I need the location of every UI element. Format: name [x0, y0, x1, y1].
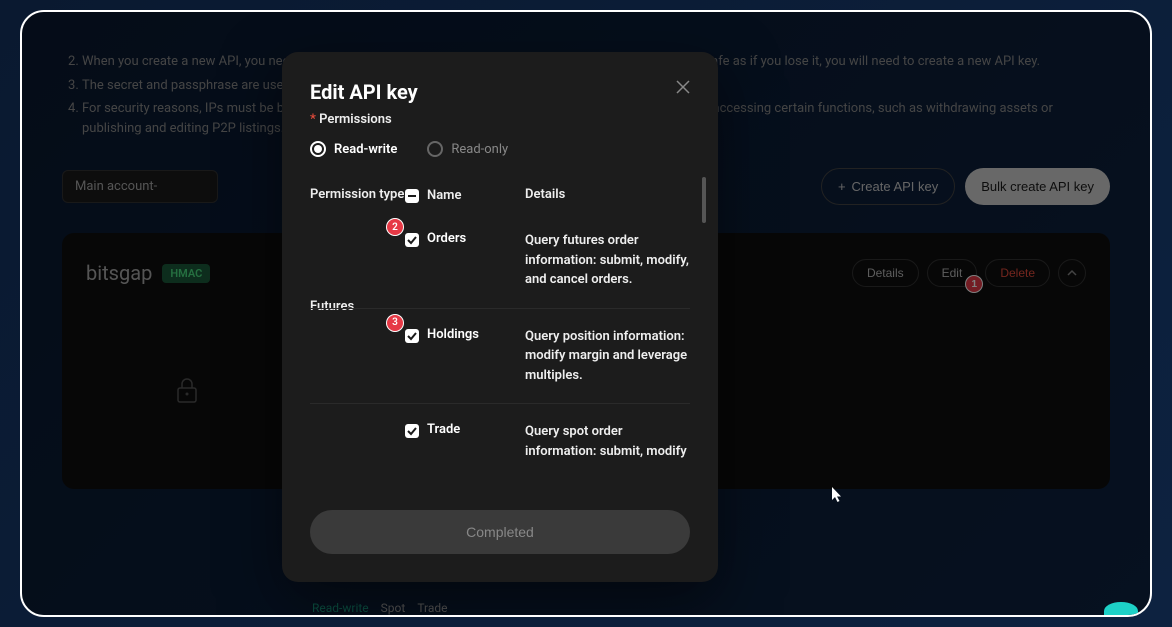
- permissions-label: Permissions: [310, 112, 690, 127]
- modal-title: Edit API key: [310, 80, 418, 104]
- completed-button[interactable]: Completed: [310, 510, 690, 554]
- radio-read-write[interactable]: Read-write: [310, 141, 397, 157]
- scrollbar[interactable]: [702, 177, 706, 223]
- permission-row: 3 Holdings Query position information: m…: [310, 309, 690, 405]
- radio-icon: [427, 141, 443, 157]
- permission-row: Trade Query spot order information: subm…: [310, 404, 690, 479]
- step-badge: 3: [387, 315, 403, 331]
- edit-api-modal: Edit API key Permissions Read-write Read…: [282, 52, 718, 582]
- close-icon[interactable]: [676, 80, 690, 99]
- col-permission-type: Permission type: [310, 187, 405, 203]
- radio-read-only[interactable]: Read-only: [427, 141, 508, 157]
- col-name: Name: [405, 187, 525, 203]
- checkbox-holdings[interactable]: [405, 329, 419, 343]
- step-badge: 2: [387, 219, 403, 235]
- cursor-icon: [832, 487, 844, 507]
- checkbox-trade[interactable]: [405, 424, 419, 438]
- checkbox-orders[interactable]: [405, 233, 419, 247]
- permission-row: 2 Orders Query futures order information…: [310, 213, 690, 309]
- checkbox-partial-icon[interactable]: [405, 189, 419, 203]
- radio-icon: [310, 141, 326, 157]
- chat-bubble-icon[interactable]: [1104, 602, 1138, 617]
- col-details: Details: [525, 187, 690, 203]
